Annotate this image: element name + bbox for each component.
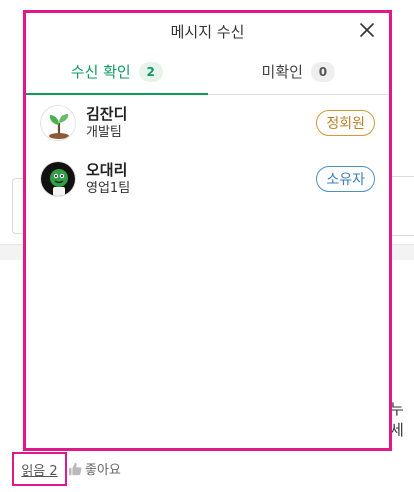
- member-team: 개발팀: [86, 125, 122, 140]
- read-count-link[interactable]: 읽음 2: [12, 452, 67, 486]
- message-receipt-popup: 메시지 수신 수신 확인 2 미확인 0 김잔디 개발팀 정회원 오대리 영업1…: [23, 10, 392, 451]
- list-item[interactable]: 김잔디 개발팀 정회원: [26, 95, 389, 151]
- popup-title: 메시지 수신: [170, 22, 245, 41]
- tab-received-count: 2: [138, 61, 163, 82]
- member-info: 김잔디 개발팀: [86, 104, 127, 142]
- role-badge: 소유자: [316, 166, 375, 192]
- thumbs-up-icon: [68, 462, 82, 475]
- receipt-tabs: 수신 확인 2 미확인 0: [26, 49, 389, 95]
- like-label: 좋아요: [85, 463, 121, 478]
- role-badge: 정회원: [316, 110, 375, 136]
- list-item[interactable]: 오대리 영업1팀 소유자: [26, 151, 389, 207]
- tab-received[interactable]: 수신 확인 2: [26, 49, 208, 94]
- tab-unread-count: 0: [310, 61, 335, 82]
- tab-received-label: 수신 확인: [70, 63, 131, 81]
- background-panel-edge: [389, 176, 414, 236]
- member-name: 김잔디: [86, 105, 128, 123]
- member-list: 김잔디 개발팀 정회원 오대리 영업1팀 소유자: [26, 95, 389, 207]
- tab-unread-label: 미확인: [261, 63, 303, 81]
- sprout-avatar-icon: [40, 105, 76, 141]
- character-avatar-icon: [40, 161, 76, 197]
- tab-unread[interactable]: 미확인 0: [208, 49, 390, 94]
- popup-header: 메시지 수신: [26, 13, 389, 49]
- member-name: 오대리: [86, 161, 128, 179]
- background-trailing-text: 누세: [390, 400, 404, 439]
- like-button[interactable]: 좋아요: [68, 459, 121, 478]
- read-count-label: 읽음 2: [21, 463, 58, 479]
- member-team: 영업1팀: [86, 181, 131, 196]
- close-icon[interactable]: [359, 22, 375, 38]
- member-info: 오대리 영업1팀: [86, 160, 130, 198]
